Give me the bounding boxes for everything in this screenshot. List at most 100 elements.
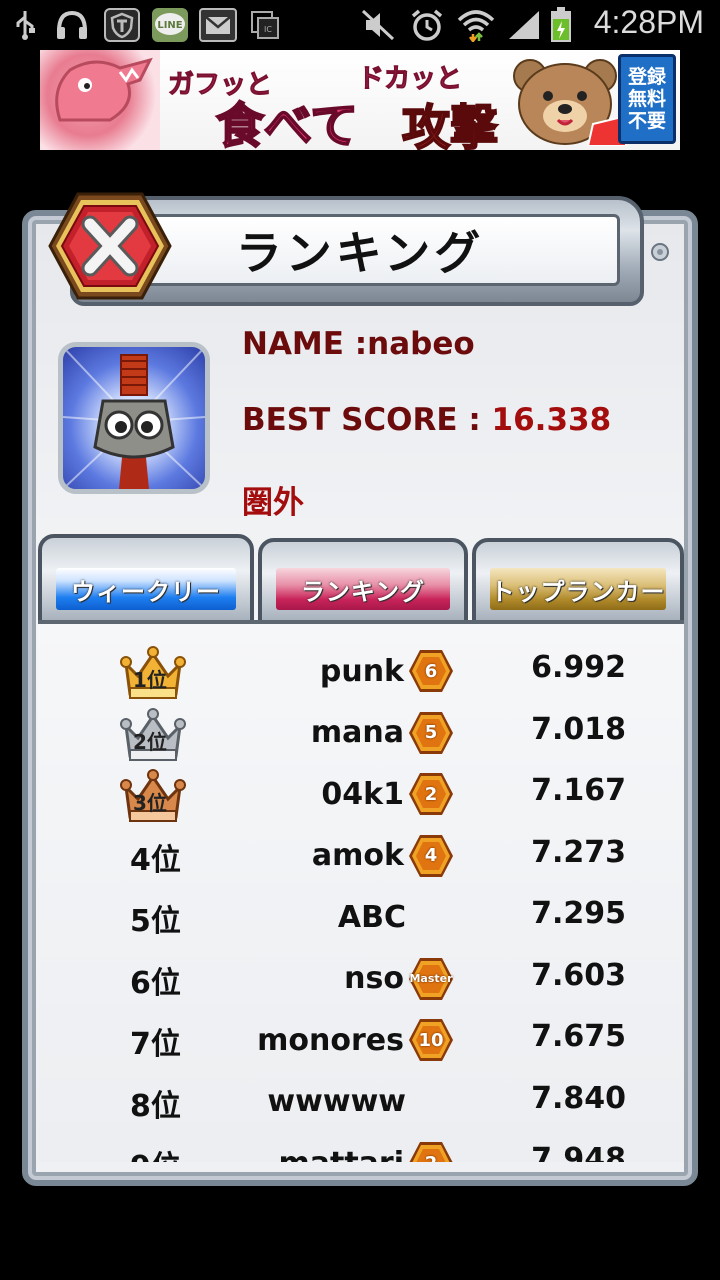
table-row: 6位 nso Master 7.603 [38, 948, 684, 1010]
status-bar: LINE IC 4:28PM [0, 0, 720, 50]
table-row: 7位 monores 10 7.675 [38, 1009, 684, 1071]
player-score: 7.018 [531, 711, 626, 747]
level-value: 5 [424, 722, 438, 743]
sim-icon: IC [248, 8, 282, 42]
player-name: mana [310, 715, 404, 750]
player-entry: wwwww [267, 1079, 454, 1125]
table-row: 5位 ABC 7.295 [38, 886, 684, 948]
level-badge-icon: Master [408, 956, 454, 1002]
player-avatar [58, 342, 210, 494]
rank-label: 5位 [130, 904, 181, 939]
level-value: 6 [424, 660, 438, 682]
bronze-crown-icon: 3位 [120, 767, 186, 825]
player-entry: amok 4 [312, 833, 454, 879]
rank-label: 9位 [130, 1142, 181, 1162]
ad-banner[interactable]: ガフッと 食べて ドカッと 攻撃 登録 無料 不要 [40, 50, 680, 150]
player-score: 6.992 [531, 650, 626, 685]
signal-icon [506, 8, 542, 42]
player-entry: 04k1 2 [321, 771, 454, 817]
player-entry: monores 10 [257, 1017, 454, 1063]
tab-weekly[interactable]: ウィークリー [38, 534, 254, 624]
player-name: monores [257, 1022, 404, 1058]
player-name: amok [311, 838, 404, 873]
rank-status: 圏外 [242, 485, 304, 521]
player-score: 7.948 [531, 1142, 626, 1162]
tab-top-rankers-label: トップランカー [490, 568, 666, 610]
rank-label: 6位 [130, 965, 181, 1001]
level-badge-icon: 2 [408, 1140, 454, 1162]
player-score: 7.675 [531, 1019, 626, 1054]
ad-character-image [40, 50, 160, 150]
level-badge-icon: 4 [408, 833, 454, 879]
best-score-label: BEST SCORE : [242, 402, 492, 438]
usb-icon [12, 8, 38, 42]
close-button[interactable] [48, 190, 172, 302]
clock-time: 4:28PM [593, 4, 704, 40]
player-entry: mattari2 [278, 1140, 454, 1162]
tab-weekly-label: ウィークリー [56, 568, 236, 610]
screw-icon [651, 243, 669, 261]
dialog-title: ランキング [235, 226, 485, 280]
player-entry: nso Master [344, 956, 454, 1002]
level-badge-icon: 6 [408, 648, 454, 694]
name-value: nabeo [367, 326, 475, 362]
player-entry: ABC [338, 894, 454, 940]
mail-icon [198, 8, 238, 42]
table-row: 9位 mattari2 7.948 [38, 1132, 684, 1162]
line-app-icon: LINE [150, 8, 190, 42]
table-row: 8位 wwwww 7.840 [38, 1071, 684, 1133]
level-value: 10 [418, 1029, 444, 1051]
player-entry: mana 5 [311, 710, 454, 756]
wifi-icon [456, 8, 496, 42]
ad-text-2: 食べて [215, 97, 359, 150]
battery-icon [548, 7, 574, 42]
shield-app-icon [102, 8, 142, 42]
silver-crown-icon: 2位 [120, 706, 186, 764]
player-score: 7.603 [531, 957, 626, 993]
title-plate: ランキング [100, 214, 620, 286]
level-badge-icon: 2 [408, 771, 454, 817]
rank-label: 2位 [133, 729, 167, 754]
tab-ranking[interactable]: ランキング [258, 538, 468, 624]
player-name: punk [319, 653, 404, 689]
alarm-icon [408, 8, 446, 42]
tab-top-rankers[interactable]: トップランカー [472, 538, 684, 624]
rank-label: 8位 [130, 1088, 181, 1124]
table-row: 4位 amok 4 7.273 [38, 825, 684, 887]
player-name: wwwww [267, 1084, 406, 1119]
ad-badge: 登録 無料 不要 [618, 54, 676, 144]
ad-badge-line-1: 登録 [627, 66, 666, 88]
player-entry: punk 6 [320, 648, 454, 694]
ad-text-4: 攻撃 [401, 99, 499, 150]
level-value: Master [409, 972, 453, 985]
level-badge-icon: 10 [408, 1017, 454, 1063]
level-value: 2 [408, 1140, 454, 1163]
rank-label: 4位 [130, 842, 181, 878]
mute-icon [360, 8, 396, 42]
player-name-line: NAME :nabeo [242, 326, 475, 362]
table-row: 3位 04k1 2 7.167 [38, 763, 684, 825]
rank-label: 3位 [133, 791, 167, 815]
table-row: 1位 punk 6 6.992 [38, 640, 684, 702]
svg-text:IC: IC [264, 25, 272, 34]
rank-label: 7位 [130, 1027, 181, 1062]
player-name: 04k1 [321, 776, 404, 812]
player-score: 7.295 [531, 896, 626, 931]
headphones-icon [52, 8, 92, 42]
best-score-line: BEST SCORE : 16.338 [242, 402, 611, 438]
rank-label: 1位 [133, 668, 167, 692]
table-row: 2位 mana 5 7.018 [38, 702, 684, 764]
level-badge-icon: 5 [408, 710, 454, 756]
ad-badge-line-3: 不要 [627, 110, 666, 132]
player-score: 7.167 [531, 773, 626, 808]
bear-mascot-icon [508, 54, 628, 147]
tab-ranking-label: ランキング [276, 568, 450, 610]
player-name: mattari [278, 1146, 404, 1163]
close-icon [48, 192, 172, 300]
level-value: 4 [424, 845, 438, 866]
svg-text:LINE: LINE [157, 20, 182, 31]
ad-badge-line-2: 無料 [627, 88, 666, 110]
ranking-list[interactable]: 1位 punk 6 6.992 2位 mana 5 7.018 3位 04k1 2 7.167 4位 am… [38, 624, 684, 1162]
player-name: ABC [337, 899, 406, 935]
gold-crown-icon: 1位 [120, 644, 186, 702]
